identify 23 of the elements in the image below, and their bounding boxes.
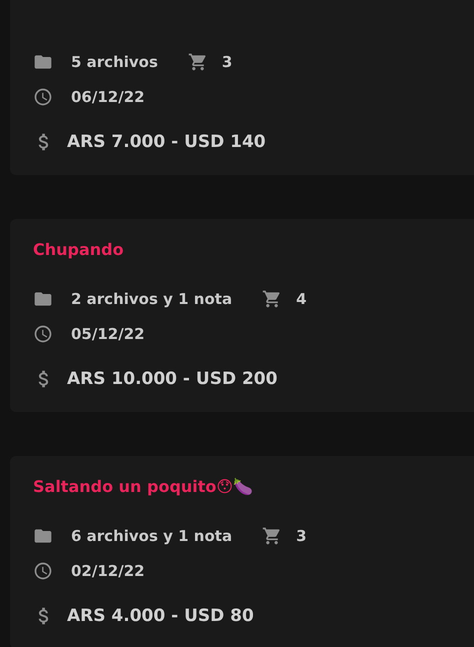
cart-count: 3 (222, 52, 232, 70)
cart-count: 3 (296, 526, 306, 544)
post-price: ARS 4.000 - USD 80 (67, 606, 254, 626)
cart-icon (262, 288, 282, 308)
clock-icon (33, 86, 53, 106)
cart-count: 4 (296, 290, 306, 308)
post-price: ARS 10.000 - USD 200 (67, 368, 278, 388)
file-count: 6 archivos y 1 nota (71, 526, 232, 544)
post-card[interactable]: Chupando 2 archivos y 1 nota 4 05/12/22 ARS 10.000 - USD 200 (10, 219, 474, 412)
cart-icon (262, 526, 282, 546)
cart-icon (188, 52, 208, 72)
post-card[interactable]: Saltando un poquito😯🍆 6 archivos y 1 nota 3 02/12/22 ARS 4.000 - USD 80 (10, 456, 474, 647)
post-date: 05/12/22 (71, 324, 145, 342)
post-date: 02/12/22 (71, 562, 145, 580)
clock-icon (33, 560, 53, 580)
post-price: ARS 7.000 - USD 140 (67, 132, 266, 152)
file-count: 5 archivos (71, 52, 158, 70)
post-date: 06/12/22 (71, 88, 145, 106)
post-title[interactable]: Chupando (33, 239, 474, 261)
post-card[interactable]: 5 archivos 3 06/12/22 ARS 7.000 - USD 140 (10, 0, 474, 175)
post-title[interactable]: Saltando un poquito😯🍆 (33, 476, 474, 498)
file-count: 2 archivos y 1 nota (71, 290, 232, 308)
clock-icon (33, 324, 53, 344)
